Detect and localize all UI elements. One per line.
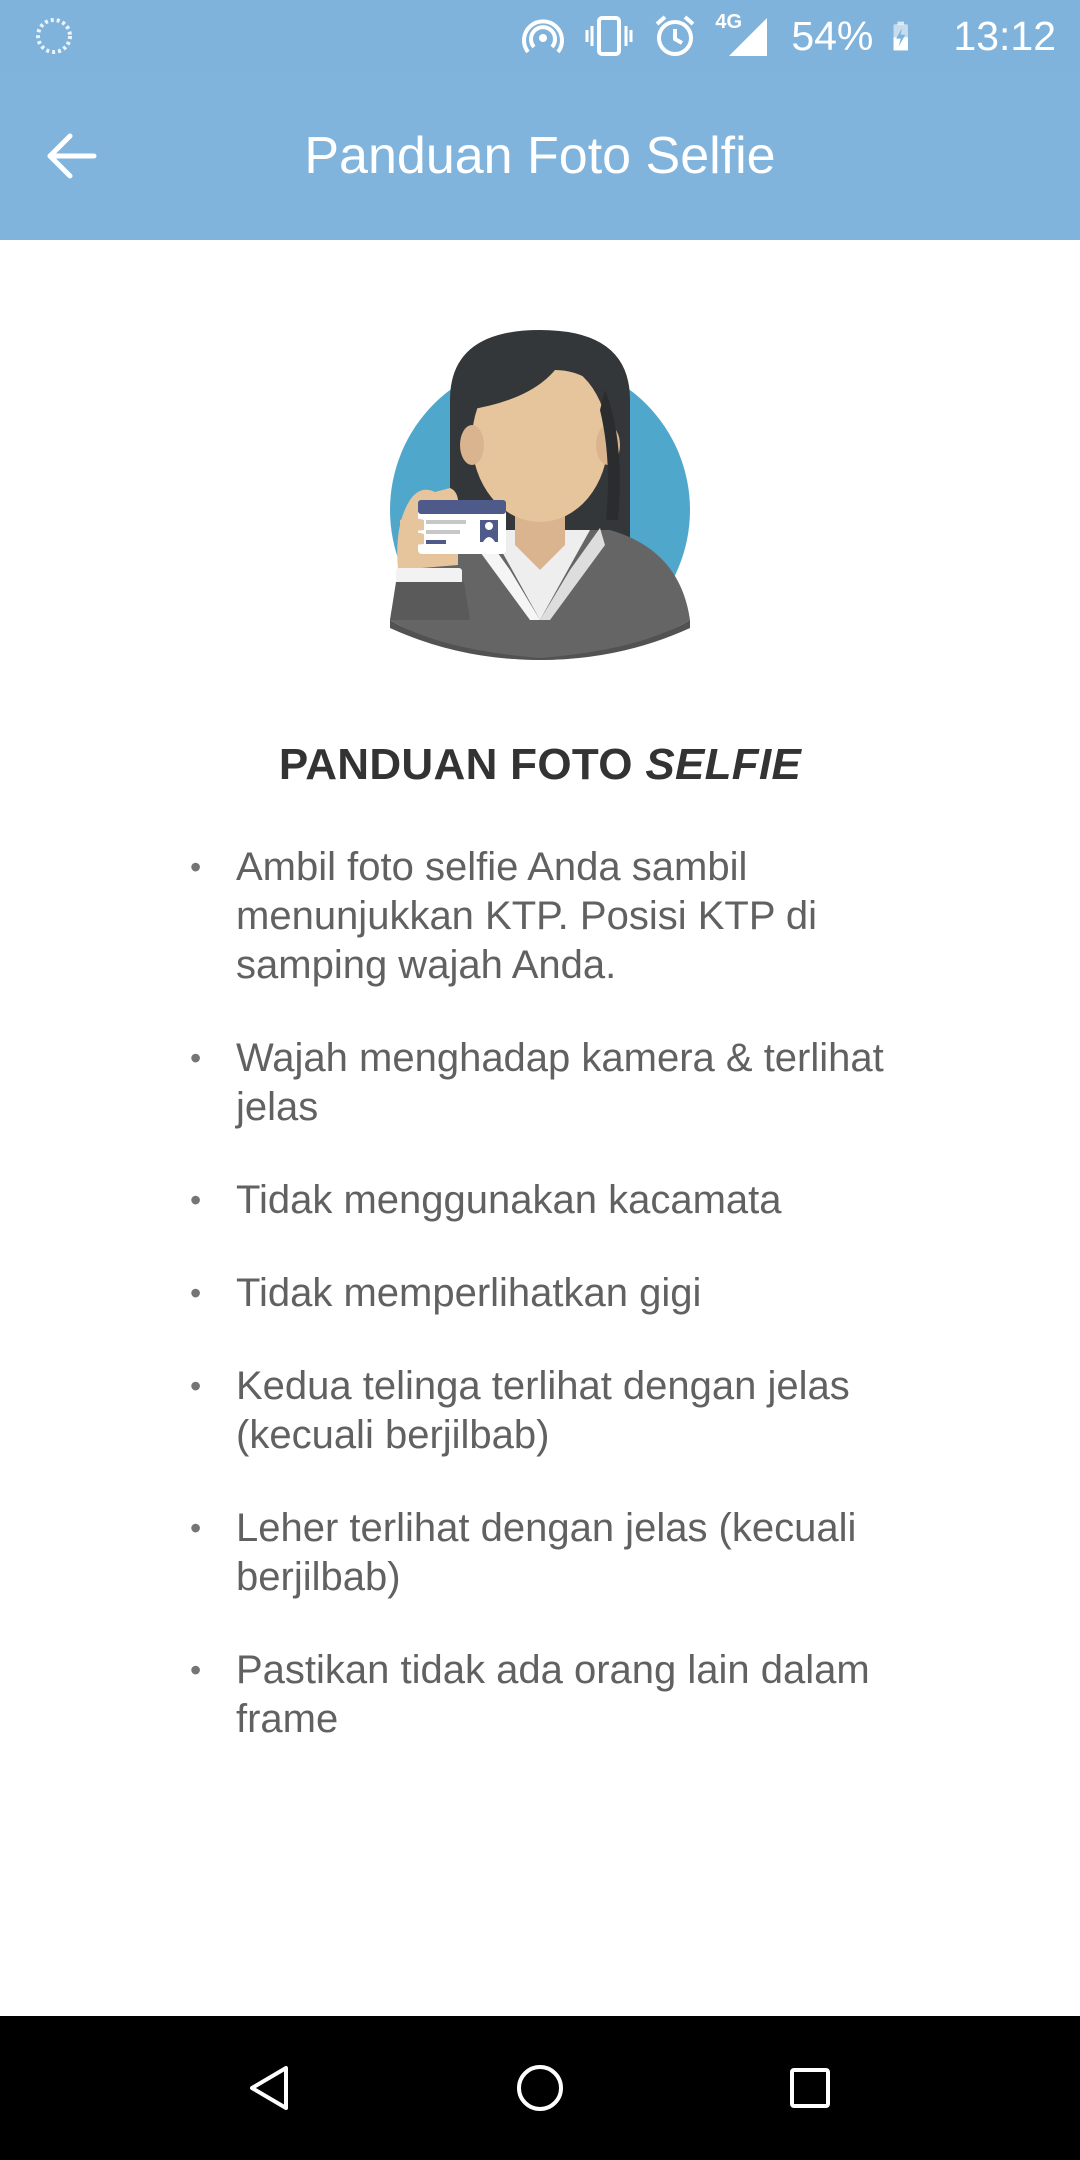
network-type: 4G: [715, 11, 743, 33]
guide-item: • Wajah menghadap kamera & terlihat jelas: [190, 1034, 930, 1132]
bullet: •: [190, 849, 202, 885]
guide-item-text: Tidak menggunakan kacamata: [236, 1178, 782, 1222]
guide-item: • Pastikan tidak ada orang lain dalam fra…: [190, 1646, 930, 1744]
clock: 13:12: [953, 13, 1056, 59]
guide-item-text: Tidak memperlihatkan gigi: [236, 1271, 702, 1315]
guide-item-text: Wajah menghadap kamera & terlihat jelas: [236, 1036, 884, 1129]
guide-list: • Ambil foto selfie Anda sambil menunjukk…: [190, 843, 930, 1788]
navigation-bar: [0, 2016, 1080, 2160]
recents-square-icon: [790, 2068, 830, 2108]
bullet: •: [190, 1275, 202, 1311]
nav-back-button[interactable]: [222, 2040, 318, 2136]
alarm-icon: [656, 15, 695, 56]
guide-item-text: Leher terlihat dengan jelas (kecuali ber…: [236, 1506, 857, 1599]
guide-item: • Ambil foto selfie Anda sambil menunjukk…: [190, 843, 930, 990]
bullet: •: [190, 1368, 202, 1404]
app-bar: Panduan Foto Selfie: [0, 72, 1080, 240]
guide-item-text: Pastikan tidak ada orang lain dalam fram…: [236, 1648, 870, 1741]
bullet: •: [190, 1510, 202, 1546]
signal-icon: 4G: [715, 10, 771, 62]
guide-item: • Leher terlihat dengan jelas (kecuali be…: [190, 1504, 930, 1602]
guide-heading: PANDUAN FOTO SELFIE: [0, 740, 1080, 790]
guide-item: • Tidak memperlihatkan gigi: [190, 1269, 930, 1318]
screen: 4G 54% 13:12 Panduan Foto Selfie PANDUAN…: [0, 0, 1080, 2160]
nav-home-button[interactable]: [492, 2040, 588, 2136]
status-bar: 4G 54% 13:12: [0, 0, 1080, 72]
guide-item: • Tidak menggunakan kacamata: [190, 1176, 930, 1225]
vibrate-icon: [585, 16, 633, 56]
battery-charging-icon: [893, 21, 909, 51]
loading-icon: [34, 16, 74, 56]
guide-heading-emphasis: SELFIE: [645, 740, 802, 789]
bullet: •: [190, 1182, 202, 1218]
page-title: Panduan Foto Selfie: [304, 127, 776, 185]
guide-item: • Kedua telinga terlihat dengan jelas (ke…: [190, 1362, 930, 1460]
guide-item-text: Kedua telinga terlihat dengan jelas (kec…: [236, 1364, 850, 1457]
guide-heading-main: PANDUAN FOTO: [278, 740, 646, 789]
nav-recents-button[interactable]: [762, 2040, 858, 2136]
home-circle-icon: [517, 2065, 563, 2111]
guide-item-text: Ambil foto selfie Anda sambil menunjukka…: [236, 845, 818, 987]
status-icons: 4G 54% 13:12: [517, 0, 1056, 72]
back-triangle-icon: [250, 2066, 288, 2110]
battery-percent: 54%: [791, 13, 874, 59]
woman-holding-id-card-illustration: [380, 320, 700, 660]
bullet: •: [190, 1040, 202, 1076]
bullet: •: [190, 1652, 202, 1688]
hotspot-icon: [522, 19, 565, 54]
